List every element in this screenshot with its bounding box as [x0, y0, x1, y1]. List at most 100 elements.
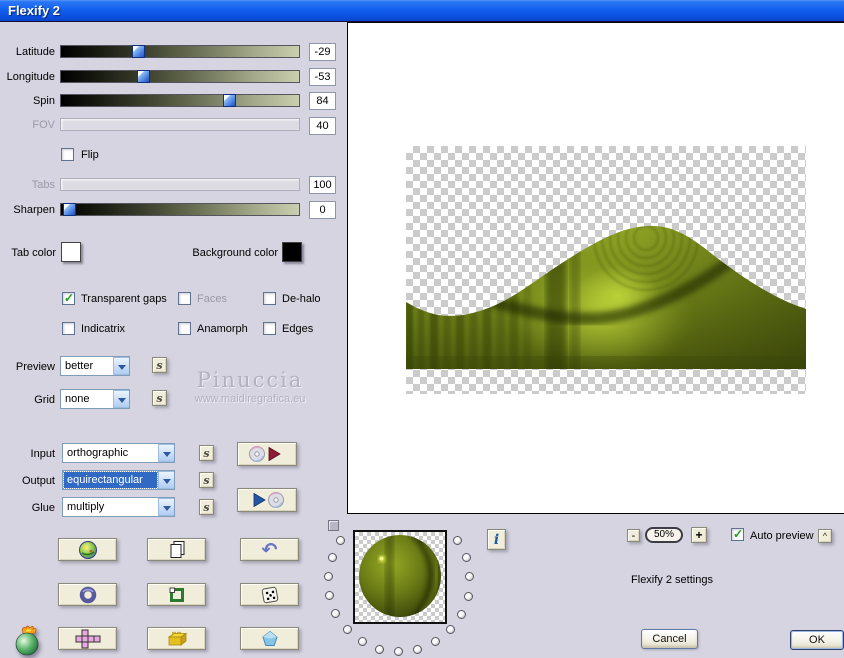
preview-s-button[interactable]: s — [152, 357, 167, 373]
glue-s-button[interactable]: s — [199, 499, 214, 515]
edges-label: Edges — [282, 323, 314, 335]
spin-slider-thumb[interactable] — [223, 94, 236, 107]
anamorph-label: Anamorph — [197, 323, 248, 335]
edges-checkbox[interactable] — [263, 322, 276, 335]
chevron-down-icon — [163, 452, 171, 461]
latitude-value[interactable]: -29 — [309, 43, 336, 61]
flip-checkbox[interactable] — [61, 148, 74, 161]
thumb-arrow-icon — [64, 204, 70, 210]
glue-select[interactable]: multiply — [62, 497, 175, 517]
tool-button-undo[interactable]: ↶ — [240, 538, 299, 561]
ring-dot — [325, 591, 334, 601]
watermark-url: www.maidiregrafica.eu — [194, 393, 306, 405]
ring-dot — [327, 552, 337, 562]
gem-icon — [261, 630, 278, 646]
spin-value[interactable]: 84 — [309, 92, 336, 110]
tool-button-lego[interactable] — [147, 627, 206, 650]
output-s-button[interactable]: s — [199, 472, 214, 488]
collapse-button[interactable]: ^ — [818, 529, 832, 543]
anamorph-checkbox[interactable] — [178, 322, 191, 335]
tool-button-torus[interactable] — [58, 583, 117, 606]
dice-icon — [261, 586, 278, 604]
ring-dot — [336, 535, 346, 545]
spin-label: Spin — [32, 95, 55, 107]
flip-label: Flip — [81, 149, 99, 161]
thumbnail-checker — [355, 532, 445, 622]
tab-color-swatch[interactable] — [61, 242, 81, 262]
sharpen-slider-thumb[interactable] — [63, 203, 76, 216]
tool-button-dice[interactable] — [240, 583, 299, 606]
preview-select-value: better — [65, 360, 94, 372]
ring-dot — [331, 609, 341, 619]
tool-button-gem[interactable] — [240, 627, 299, 650]
chevron-down-icon — [118, 398, 126, 407]
tool-button-globe[interactable] — [58, 538, 117, 561]
chevron-down-icon — [163, 506, 171, 515]
input-select[interactable]: orthographic — [62, 443, 175, 463]
tabs-value[interactable]: 100 — [309, 176, 336, 194]
grid-select[interactable]: none — [60, 389, 130, 409]
preview-thumbnail[interactable] — [353, 530, 447, 624]
grid-label: Grid — [34, 394, 55, 406]
fov-value[interactable]: 40 — [309, 117, 336, 135]
input-select-arrow[interactable] — [158, 444, 174, 462]
copy-pages-icon — [170, 540, 184, 558]
preview-select-arrow[interactable] — [113, 357, 129, 375]
thumbnail-sphere — [359, 535, 441, 617]
tabs-label: Tabs — [31, 179, 55, 191]
ring-dot — [461, 553, 471, 563]
input-s-button[interactable]: s — [199, 445, 214, 461]
dehalo-label: De-halo — [282, 293, 321, 305]
preview-canvas — [406, 146, 806, 394]
save-settings-button[interactable] — [237, 488, 297, 512]
tool-button-unfolded-cube[interactable] — [58, 627, 117, 650]
output-select-arrow[interactable] — [158, 471, 174, 489]
fov-label: FOV — [32, 119, 55, 131]
sharpen-slider[interactable] — [60, 203, 300, 216]
preview-select[interactable]: better — [60, 356, 130, 376]
zoom-out-button[interactable]: - — [627, 529, 640, 542]
thumb-arrow-icon — [133, 46, 139, 52]
grid-select-arrow[interactable] — [113, 390, 129, 408]
latitude-slider-thumb[interactable] — [132, 45, 145, 58]
faces-label: Faces — [197, 293, 227, 305]
longitude-value[interactable]: -53 — [309, 68, 336, 86]
zoom-level[interactable]: 50% — [645, 527, 683, 543]
tool-button-copy[interactable] — [147, 538, 206, 561]
titlebar[interactable]: Flexify 2 — [0, 0, 844, 22]
unfolded-cube-icon — [75, 629, 100, 648]
longitude-slider-thumb[interactable] — [137, 70, 150, 83]
output-label: Output — [21, 475, 55, 487]
glue-select-arrow[interactable] — [158, 498, 174, 516]
output-select[interactable]: equirectangular — [62, 470, 175, 490]
background-color-swatch[interactable] — [282, 242, 302, 262]
thumb-arrow-icon — [224, 95, 230, 101]
glue-label: Glue — [31, 502, 55, 514]
tool-button-frame[interactable] — [147, 583, 206, 606]
ok-button[interactable]: OK — [790, 630, 844, 650]
transparent-gaps-checkbox[interactable] — [62, 291, 75, 305]
cancel-button[interactable]: Cancel — [641, 629, 698, 649]
sharpen-value[interactable]: 0 — [309, 201, 336, 219]
indicatrix-checkbox[interactable] — [62, 322, 75, 335]
ring-dot — [394, 647, 404, 657]
spin-slider[interactable] — [60, 94, 300, 107]
flaming-pear-logo — [15, 625, 39, 656]
info-button[interactable]: i — [487, 529, 506, 550]
indicatrix-label: Indicatrix — [81, 323, 126, 335]
auto-preview-checkbox[interactable] — [731, 527, 744, 541]
ring-dot — [323, 571, 333, 581]
chevron-down-icon — [118, 365, 126, 374]
faces-checkbox[interactable] — [178, 292, 191, 305]
longitude-slider[interactable] — [60, 70, 300, 83]
settings-text: Flexify 2 settings — [631, 574, 713, 586]
zoom-in-button[interactable]: + — [691, 527, 707, 543]
load-settings-button[interactable] — [237, 442, 297, 466]
latitude-slider[interactable] — [60, 45, 300, 58]
ring-dot — [457, 609, 467, 619]
transparent-gaps-label: Transparent gaps — [81, 293, 167, 305]
input-label: Input — [30, 448, 55, 460]
dehalo-checkbox[interactable] — [263, 292, 276, 305]
torus-icon — [79, 586, 96, 603]
tabs-slider — [60, 178, 300, 191]
